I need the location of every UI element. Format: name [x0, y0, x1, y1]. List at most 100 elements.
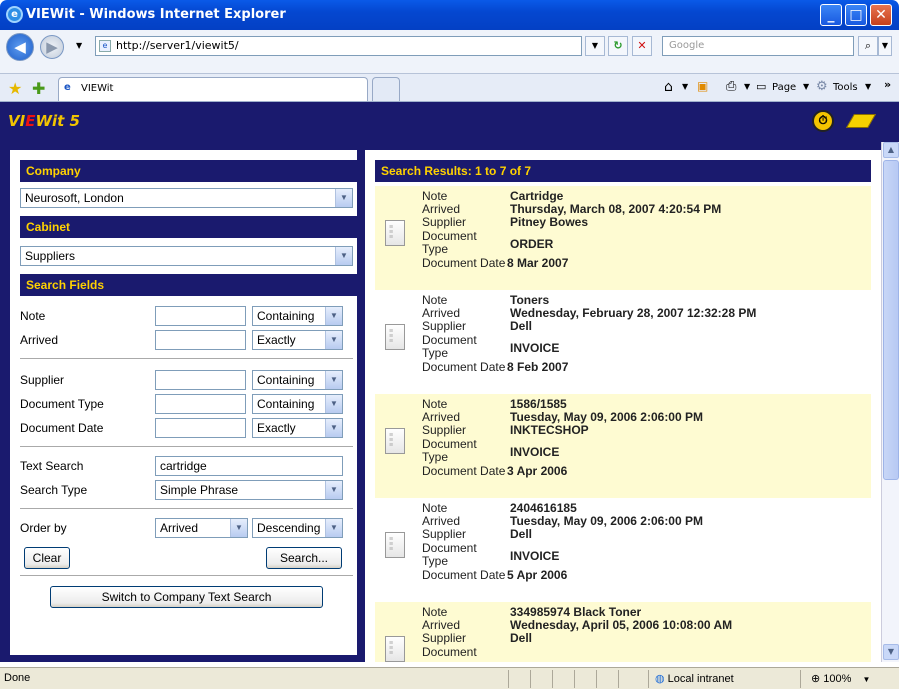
home-dropdown-icon[interactable]: ▼	[682, 82, 688, 91]
supplier-value: INKTECSHOP	[510, 423, 589, 437]
search-type-select[interactable]: Simple Phrase ▼	[155, 480, 343, 500]
results-scrollbar[interactable]: ▲ ▼	[881, 142, 899, 662]
document-type-match-select[interactable]: Containing ▼	[252, 394, 343, 414]
document-type-input[interactable]	[155, 394, 246, 414]
note-label: Note	[20, 309, 46, 323]
doctype-key: Document	[422, 437, 477, 451]
history-dropdown-icon[interactable]: ▼	[76, 41, 82, 50]
new-tab-button[interactable]	[372, 77, 400, 101]
zoom-dropdown-icon[interactable]: ▼	[862, 675, 870, 684]
document-date-match-select[interactable]: Exactly ▼	[252, 418, 343, 438]
order-direction-select[interactable]: Descending ▼	[252, 518, 343, 538]
tools-menu[interactable]: Tools	[833, 82, 858, 93]
page-icon: e	[99, 40, 111, 52]
doctype-key-2: Type	[422, 346, 449, 360]
doctype-value: INVOICE	[510, 549, 560, 563]
window-title-bar[interactable]: e VIEWit - Windows Internet Explorer _ □…	[0, 0, 899, 30]
result-item[interactable]: ≡ ≡ ≡ Note Arrived Supplier Document Type …	[375, 394, 871, 498]
refresh-icon[interactable]: ↻	[608, 36, 628, 56]
page-menu[interactable]: Page	[772, 82, 796, 93]
document-date-input[interactable]	[155, 418, 246, 438]
search-options-icon[interactable]: ▼	[878, 36, 892, 56]
docdate-key: Document Date	[422, 256, 506, 270]
stop-icon[interactable]: ✕	[632, 36, 652, 56]
document-icon: ≡ ≡ ≡	[385, 324, 405, 350]
doctype-value: INVOICE	[510, 341, 560, 355]
status-cell	[574, 670, 596, 688]
scroll-down-icon[interactable]: ▼	[883, 644, 899, 660]
result-item[interactable]: ≡ ≡ ≡ Note Arrived Supplier Document Type …	[375, 498, 871, 602]
security-zone[interactable]: ◍ Local intranet	[648, 670, 800, 688]
result-item[interactable]: ≡ ≡ ≡ Note Arrived Supplier Document 33498…	[375, 602, 871, 662]
company-select[interactable]: Neurosoft, London ▼	[20, 188, 353, 208]
cabinet-header: Cabinet	[20, 216, 357, 238]
switch-company-text-search-button[interactable]: Switch to Company Text Search	[50, 586, 323, 608]
status-cell	[552, 670, 574, 688]
page-dropdown-icon[interactable]: ▼	[803, 82, 809, 91]
print-dropdown-icon[interactable]: ▼	[744, 82, 750, 91]
search-button[interactable]: Search...	[266, 547, 342, 569]
address-toolbar: ◀ ▶ ▼ e http://server1/viewit5/ ▼ ↻ ✕ Go…	[0, 30, 899, 74]
forward-button[interactable]: ▶	[40, 35, 64, 59]
chevron-down-icon: ▼	[335, 247, 352, 265]
cabinet-select[interactable]: Suppliers ▼	[20, 246, 353, 266]
chevron-down-icon: ▼	[325, 395, 342, 413]
note-input[interactable]	[155, 306, 246, 326]
close-button[interactable]: ✕	[870, 4, 892, 26]
text-search-input[interactable]: cartridge	[155, 456, 343, 476]
search-fields-header: Search Fields	[20, 274, 357, 296]
tab-page-icon: e	[64, 82, 71, 93]
maximize-button[interactable]: □	[845, 4, 867, 26]
note-value: Toners	[510, 293, 550, 307]
address-input[interactable]: e http://server1/viewit5/	[95, 36, 582, 56]
arrived-key: Arrived	[422, 202, 461, 216]
minimize-button[interactable]: _	[820, 4, 842, 26]
doctype-value: ORDER	[510, 237, 554, 251]
document-icon: ≡ ≡ ≡	[385, 220, 405, 246]
document-icon: ≡ ≡ ≡	[385, 532, 405, 558]
feeds-icon[interactable]: ▣	[697, 79, 708, 93]
back-button[interactable]: ◀	[6, 33, 34, 61]
favorites-star-icon[interactable]: ★	[8, 79, 22, 98]
docdate-key: Document Date	[422, 464, 506, 478]
note-value: 1586/1585	[510, 397, 567, 411]
add-favorites-icon[interactable]: ✚	[32, 79, 45, 98]
doctype-key: Document	[422, 541, 477, 555]
search-icon[interactable]: ⌕	[858, 36, 878, 56]
result-item[interactable]: ≡ ≡ ≡ Note Arrived Supplier Document Type …	[375, 186, 871, 290]
chevron-down-icon: ▼	[325, 307, 342, 325]
arrived-input[interactable]	[155, 330, 246, 350]
timer-icon[interactable]: ⏱	[812, 110, 834, 132]
zoom-control[interactable]: ⊕ 100% ▼	[800, 670, 899, 688]
supplier-input[interactable]	[155, 370, 246, 390]
clear-button[interactable]: Clear	[24, 547, 70, 569]
docdate-value: 5 Apr 2006	[507, 568, 568, 582]
divider	[20, 358, 353, 360]
chevron-down-icon: ▼	[230, 519, 247, 537]
order-by-select[interactable]: Arrived ▼	[155, 518, 248, 538]
chevron-more-icon[interactable]: »	[884, 78, 891, 91]
address-dropdown-icon[interactable]: ▼	[585, 36, 605, 56]
tab-viewit[interactable]: e VIEWit	[58, 77, 368, 101]
print-icon[interactable]: ⎙	[726, 79, 736, 94]
home-icon[interactable]: ⌂	[664, 79, 673, 95]
docdate-key: Document Date	[422, 568, 506, 582]
result-item[interactable]: ≡ ≡ ≡ Note Arrived Supplier Document Type …	[375, 290, 871, 394]
supplier-match-select[interactable]: Containing ▼	[252, 370, 343, 390]
eraser-icon[interactable]	[845, 114, 877, 128]
address-text: http://server1/viewit5/	[116, 39, 239, 52]
search-input[interactable]: Google	[662, 36, 854, 56]
arrived-value: Wednesday, April 05, 2006 10:08:00 AM	[510, 618, 733, 632]
results-header: Search Results: 1 to 7 of 7	[375, 160, 871, 182]
scroll-thumb[interactable]	[883, 160, 899, 480]
arrived-match-select[interactable]: Exactly ▼	[252, 330, 343, 350]
status-cell	[530, 670, 552, 688]
chevron-down-icon: ▼	[325, 519, 342, 537]
arrived-value: Wednesday, February 28, 2007 12:32:28 PM	[510, 306, 757, 320]
tools-dropdown-icon[interactable]: ▼	[865, 82, 871, 91]
supplier-key: Supplier	[422, 319, 467, 333]
scroll-up-icon[interactable]: ▲	[883, 142, 899, 158]
chevron-down-icon: ▼	[325, 331, 342, 349]
search-type-label: Search Type	[20, 483, 88, 497]
note-match-select[interactable]: Containing ▼	[252, 306, 343, 326]
